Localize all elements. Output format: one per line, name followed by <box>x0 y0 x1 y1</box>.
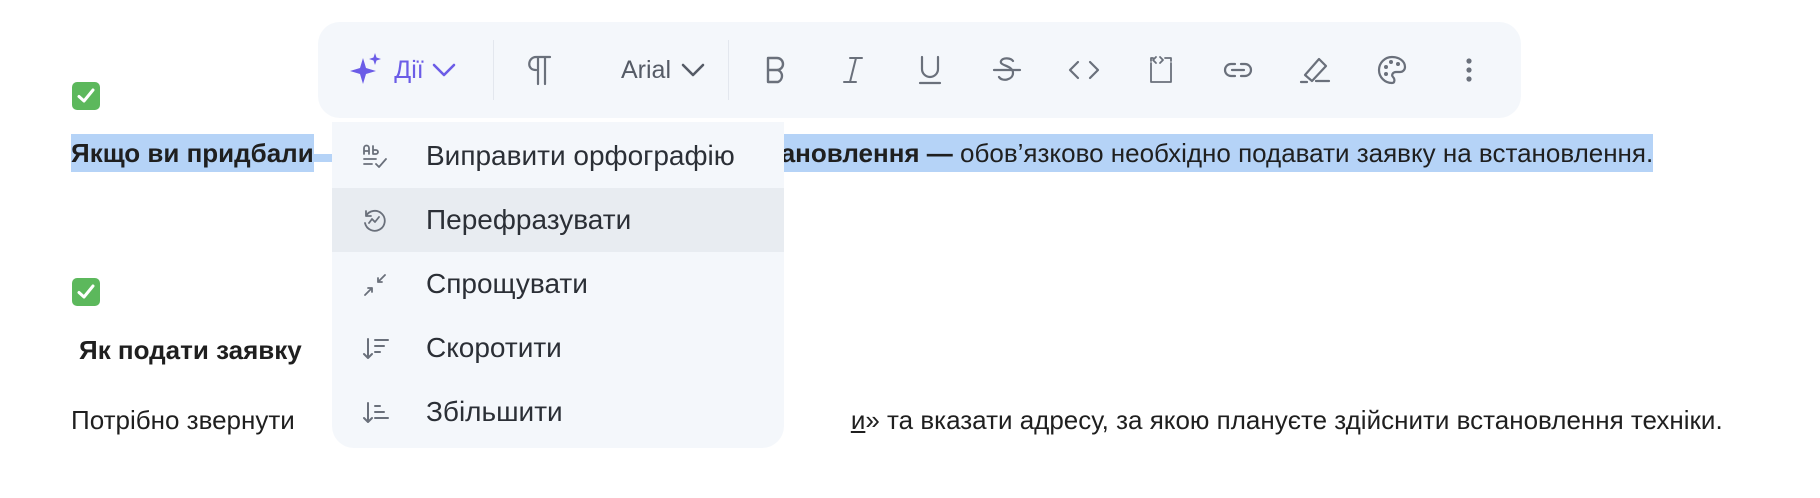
more-options-button[interactable] <box>1436 22 1502 118</box>
italic-button[interactable] <box>820 22 886 118</box>
link-button[interactable] <box>1205 22 1271 118</box>
paragraph-bold-tail: ановлення — <box>780 134 953 172</box>
highlight-button[interactable] <box>1282 22 1348 118</box>
bold-button[interactable] <box>743 22 809 118</box>
sort-shorten-icon <box>362 336 389 362</box>
menu-item-label: Скоротити <box>426 332 562 363</box>
chevron-down-icon <box>432 62 456 78</box>
selected-paragraph[interactable]: Якщо ви придбали ановлення — обов’язково … <box>71 134 1654 172</box>
actions-label: Дії <box>394 55 424 84</box>
sparkle-icon <box>350 52 382 88</box>
instruction-paragraph: Потрібно звернути и» та вказати адресу, з… <box>71 402 1723 438</box>
menu-item-shorten[interactable]: Скоротити <box>332 316 784 380</box>
actions-dropdown-button[interactable]: Дії <box>338 22 468 118</box>
menu-item-label: Виправити орфографію <box>426 140 735 171</box>
menu-item-expand[interactable]: Збільшити <box>332 380 784 444</box>
spellcheck-icon <box>362 144 388 170</box>
menu-item-simplify[interactable]: Спрощувати <box>332 252 784 316</box>
menu-item-label: Спрощувати <box>426 268 588 299</box>
paragraph-text: обов’язково необхідно подавати заявку на… <box>952 134 1654 172</box>
strikethrough-icon <box>992 55 1022 85</box>
link-icon <box>1222 60 1254 80</box>
more-vertical-icon <box>1465 57 1473 83</box>
code-button[interactable] <box>1051 22 1117 118</box>
font-family-select[interactable]: Arial <box>593 22 733 118</box>
underline-icon <box>918 55 942 85</box>
sort-expand-icon <box>362 400 389 426</box>
font-label: Arial <box>620 55 671 84</box>
pilcrow-icon <box>524 54 552 86</box>
menu-item-fix-spelling[interactable]: Виправити орфографію <box>332 124 784 188</box>
strikethrough-button[interactable] <box>974 22 1040 118</box>
code-block-icon <box>1147 55 1175 85</box>
highlighter-icon <box>1299 55 1331 85</box>
actions-dropdown-menu: Виправити орфографію Перефразувати Спрощ… <box>332 122 784 448</box>
toolbar-divider <box>728 40 729 100</box>
color-button[interactable] <box>1359 22 1425 118</box>
rephrase-icon <box>362 208 388 234</box>
checkmark-icon <box>72 278 100 306</box>
toolbar-divider <box>493 40 494 100</box>
link-fragment[interactable]: и <box>851 405 866 435</box>
chevron-down-icon <box>681 62 705 78</box>
shrink-arrows-icon <box>362 272 388 298</box>
underline-button[interactable] <box>897 22 963 118</box>
palette-icon <box>1377 55 1407 85</box>
menu-item-rephrase[interactable]: Перефразувати <box>332 188 784 252</box>
paragraph-start: Потрібно звернути <box>71 405 295 435</box>
menu-item-label: Перефразувати <box>426 204 632 235</box>
paragraph-end: » та вказати адресу, за якою плануєте зд… <box>865 405 1723 435</box>
code-icon <box>1068 59 1100 81</box>
bold-icon <box>765 56 787 84</box>
code-block-button[interactable] <box>1128 22 1194 118</box>
paragraph-bold-start: Якщо ви придбали <box>71 134 314 172</box>
paragraph-button[interactable] <box>508 22 568 118</box>
italic-icon <box>842 56 864 84</box>
formatting-toolbar: Дії Arial <box>318 22 1521 118</box>
menu-item-label: Збільшити <box>426 396 563 427</box>
checkmark-icon <box>72 82 100 110</box>
heading-how-to-apply: Як подати заявку <box>79 335 302 365</box>
